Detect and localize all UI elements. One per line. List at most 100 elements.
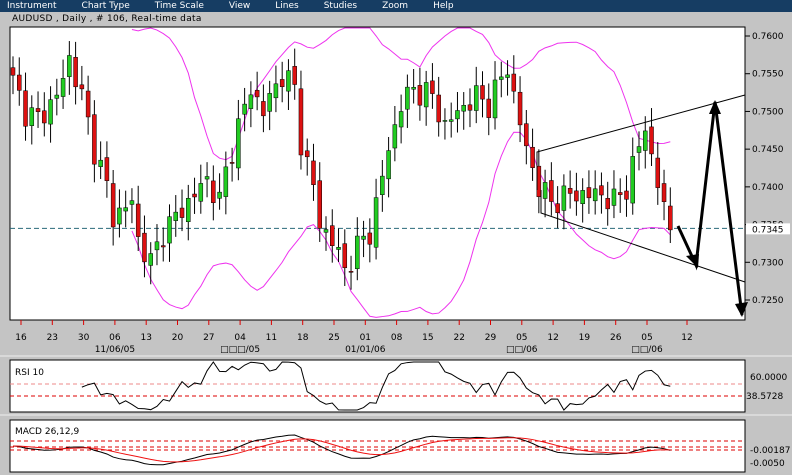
candle-body bbox=[135, 203, 141, 237]
month-label: □□/06 bbox=[631, 345, 663, 355]
candle-body bbox=[530, 146, 535, 168]
month-label: □□/06 bbox=[506, 345, 538, 355]
candle-body bbox=[499, 76, 504, 80]
candle-body bbox=[35, 108, 41, 112]
candle-body bbox=[486, 98, 492, 118]
date-label: 08 bbox=[391, 333, 403, 343]
candle-body bbox=[611, 188, 617, 206]
candle-body bbox=[355, 235, 360, 269]
date-label: 18 bbox=[297, 333, 309, 343]
date-label: 23 bbox=[47, 333, 58, 343]
candle-body bbox=[104, 157, 110, 181]
candle-body bbox=[417, 85, 423, 106]
candle-body bbox=[517, 91, 523, 126]
candle-body bbox=[117, 207, 122, 225]
candle-body bbox=[430, 80, 435, 94]
candle-body bbox=[248, 94, 254, 109]
candle-body bbox=[129, 200, 135, 205]
candle-body bbox=[223, 166, 229, 197]
price-axis-label: 0.7600 bbox=[752, 32, 784, 42]
candle-body bbox=[286, 70, 291, 92]
candle-body bbox=[10, 67, 16, 76]
candle-body bbox=[154, 241, 160, 251]
date-label: 05 bbox=[516, 333, 527, 343]
chart-area[interactable]: 0.76000.75500.75000.74500.74000.73500.73… bbox=[0, 0, 792, 475]
candle-body bbox=[448, 119, 454, 122]
date-label: 20 bbox=[172, 333, 184, 343]
candle-body bbox=[148, 253, 153, 266]
date-label: 05 bbox=[641, 333, 652, 343]
candle-body bbox=[655, 157, 661, 188]
candle-body bbox=[643, 130, 648, 151]
candle-body bbox=[580, 190, 585, 204]
candle-body bbox=[254, 90, 260, 98]
candle-body bbox=[661, 183, 667, 203]
candle-body bbox=[348, 271, 354, 273]
candle-body bbox=[29, 107, 35, 126]
candle-body bbox=[217, 191, 222, 199]
date-label: 25 bbox=[328, 333, 339, 343]
date-label: 29 bbox=[485, 333, 497, 343]
candle-body bbox=[386, 150, 391, 180]
candle-body bbox=[167, 216, 172, 244]
candle-body bbox=[599, 185, 604, 196]
candle-body bbox=[511, 73, 517, 92]
candle-body bbox=[198, 183, 204, 202]
candle-body bbox=[561, 185, 567, 211]
month-label: □□□/05 bbox=[220, 345, 260, 355]
candle-body bbox=[423, 82, 429, 108]
candle-body bbox=[467, 104, 473, 111]
candle-body bbox=[54, 94, 60, 99]
price-axis-label: 0.7300 bbox=[752, 258, 784, 268]
candle-body bbox=[455, 110, 460, 120]
candle-body bbox=[236, 118, 241, 169]
candle-body bbox=[73, 57, 78, 88]
candle-body bbox=[398, 111, 404, 128]
date-label: 06 bbox=[109, 333, 121, 343]
date-label: 27 bbox=[203, 333, 214, 343]
rsi-level-label: 60.0000 bbox=[750, 373, 787, 383]
candle-body bbox=[492, 79, 498, 119]
candle-body bbox=[442, 120, 448, 122]
candle-body bbox=[574, 190, 579, 202]
candle-body bbox=[267, 93, 272, 112]
rsi-label: RSI 10 bbox=[15, 368, 44, 378]
candle-body bbox=[461, 105, 466, 112]
candle-body bbox=[505, 74, 510, 78]
candle-body bbox=[298, 88, 304, 156]
candle-body bbox=[473, 85, 479, 111]
candle-body bbox=[380, 175, 385, 195]
candle-body bbox=[373, 197, 379, 248]
candle-body bbox=[549, 180, 554, 202]
candle-body bbox=[342, 243, 348, 269]
candle-body bbox=[361, 235, 366, 240]
candle-body bbox=[436, 94, 441, 123]
candle-body bbox=[142, 232, 147, 263]
candle-body bbox=[110, 183, 116, 228]
date-label: 26 bbox=[610, 333, 622, 343]
candle-body bbox=[524, 123, 529, 147]
candle-body bbox=[605, 198, 610, 210]
candle-body bbox=[67, 55, 72, 77]
price-axis-label: 0.7250 bbox=[752, 296, 784, 306]
candle-body bbox=[323, 229, 329, 233]
date-label: 01 bbox=[360, 333, 371, 343]
candle-body bbox=[186, 198, 191, 222]
candle-body bbox=[98, 159, 103, 167]
candle-body bbox=[211, 180, 216, 203]
candle-body bbox=[173, 211, 179, 221]
candle-body bbox=[668, 205, 673, 231]
candle-body bbox=[480, 85, 485, 100]
candle-body bbox=[160, 245, 166, 248]
candle-body bbox=[317, 180, 322, 229]
candle-body bbox=[392, 124, 398, 149]
candle-body bbox=[273, 83, 279, 99]
candle-body bbox=[179, 207, 185, 218]
candle-body bbox=[636, 146, 642, 153]
price-axis-label: 0.7500 bbox=[752, 107, 784, 117]
candle-body bbox=[630, 156, 635, 204]
price-axis-label: 0.7450 bbox=[752, 145, 784, 155]
macd-level-label: -0.0050 bbox=[750, 459, 785, 469]
date-label: 12 bbox=[547, 333, 558, 343]
candle-body bbox=[367, 232, 373, 245]
